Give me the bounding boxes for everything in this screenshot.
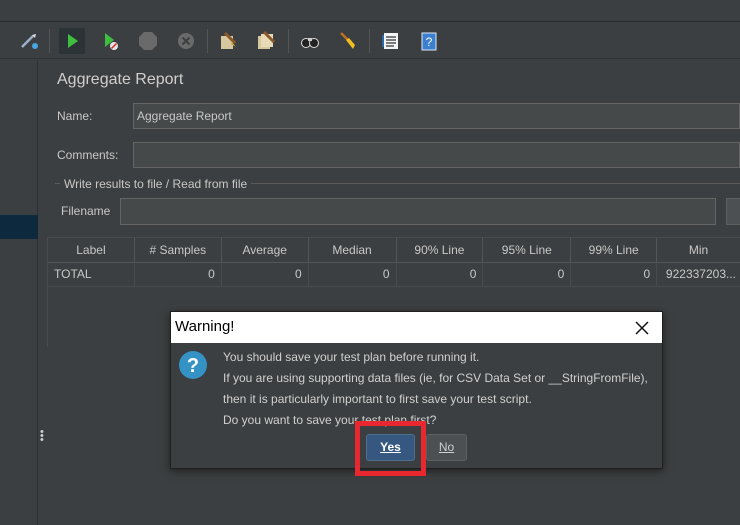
filename-input[interactable] [120,198,716,225]
table-cell: 922337203... [665,267,736,281]
toolbar-separator [49,29,50,53]
column-header[interactable]: 95% Line [483,238,572,263]
dialog-message-line: You should save your test plan before ru… [223,350,480,364]
start-no-pauses-icon[interactable] [97,28,123,54]
table-cell: TOTAL [48,263,135,287]
dialog-title: Warning! [175,318,235,335]
table-cell: 0 [483,263,572,287]
close-icon[interactable] [632,318,652,338]
tree-selected-item[interactable] [0,215,38,239]
divider-grip[interactable]: • • • [40,427,44,446]
table-cell: 0 [135,263,222,287]
dialog-title-bar: Warning! [171,312,662,343]
column-header[interactable]: Average [222,238,309,263]
column-header[interactable]: 99% Line [571,238,658,263]
dialog-message-line: then it is particularly important to fir… [223,392,532,406]
toolbar-separator [207,29,208,53]
table-row[interactable]: TOTAL 0 0 0 0 0 0 922337203... [48,263,740,287]
filename-label: Filename [61,204,111,218]
reset-search-icon[interactable] [334,28,360,54]
name-label: Name: [57,109,93,123]
split-pane-divider[interactable] [38,60,47,525]
file-group-title: Write results to file / Read from file [60,177,252,191]
svg-text:?: ? [187,355,199,377]
page-title: Aggregate Report [57,71,184,88]
table-cell: 0 [397,263,484,287]
start-remote-icon[interactable] [16,28,42,54]
comments-input[interactable] [133,142,740,168]
clear-all-icon[interactable] [253,28,279,54]
no-button[interactable]: No [426,434,467,461]
column-header[interactable]: Label [48,238,135,263]
svg-text:?: ? [426,35,433,49]
clear-icon[interactable] [215,28,241,54]
toolbar-separator [288,29,289,53]
comments-label: Comments: [57,148,119,162]
stop-icon[interactable] [135,28,161,54]
table-cell: 0 [222,263,309,287]
table-cell: 0 [571,263,658,287]
start-icon[interactable] [59,28,85,54]
question-icon: ? [178,350,208,380]
highlight-box [355,421,426,476]
column-header[interactable]: 90% Line [397,238,484,263]
dialog-message-line: If you are using supporting data files (… [223,371,648,385]
help-icon[interactable]: ? [416,28,442,54]
shutdown-icon[interactable] [173,28,199,54]
toolbar: ? [0,23,740,59]
table-cell: 0 [309,263,397,287]
name-input[interactable] [133,103,740,129]
table-header: Label # Samples Average Median 90% Line … [48,238,740,263]
toolbar-separator [369,29,370,53]
function-helper-icon[interactable] [378,28,404,54]
column-header[interactable]: Min [657,238,740,263]
browse-button[interactable] [726,198,740,225]
window-top-strip [0,0,740,22]
column-header[interactable]: Median [309,238,397,263]
search-icon[interactable] [297,28,323,54]
column-header[interactable]: # Samples [135,238,222,263]
test-plan-tree[interactable] [0,60,38,525]
